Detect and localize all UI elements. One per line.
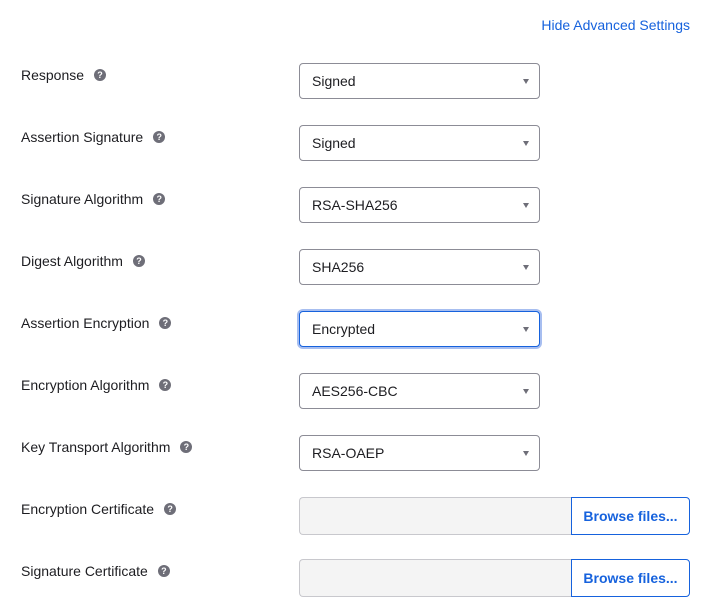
help-icon[interactable]: ? [157, 565, 170, 577]
select-value: Signed [312, 73, 356, 89]
chevron-down-icon [523, 389, 529, 394]
hide-advanced-settings-link[interactable]: Hide Advanced Settings [541, 17, 690, 33]
field-label: Signature Algorithm [21, 191, 144, 207]
chevron-down-icon [523, 79, 529, 84]
response-select[interactable]: Signed [299, 63, 540, 99]
field-label: Key Transport Algorithm [21, 439, 171, 455]
select-value: SHA256 [312, 259, 365, 275]
signature-algorithm-select[interactable]: RSA-SHA256 [299, 187, 540, 223]
field-row-encryption-algorithm: Encryption Algorithm ? AES256-CBC [0, 373, 708, 411]
field-row-key-transport-algorithm: Key Transport Algorithm ? RSA-OAEP [0, 435, 708, 473]
field-row-signature-algorithm: Signature Algorithm ? RSA-SHA256 [0, 187, 708, 225]
assertion-encryption-select[interactable]: Encrypted [299, 311, 540, 347]
select-value: RSA-SHA256 [312, 197, 398, 213]
help-icon[interactable]: ? [94, 69, 107, 81]
digest-algorithm-select[interactable]: SHA256 [299, 249, 540, 285]
select-value: Signed [312, 135, 356, 151]
encryption-certificate-file-input[interactable] [299, 497, 572, 535]
chevron-down-icon [523, 451, 529, 456]
help-icon[interactable]: ? [132, 255, 145, 267]
field-row-encryption-certificate: Encryption Certificate ? Browse files... [0, 497, 708, 535]
key-transport-algorithm-select[interactable]: RSA-OAEP [299, 435, 540, 471]
field-row-response: Response ? Signed [0, 63, 708, 101]
select-value: RSA-OAEP [312, 445, 385, 461]
field-row-assertion-signature: Assertion Signature ? Signed [0, 125, 708, 163]
field-label: Signature Certificate [21, 563, 148, 579]
help-icon[interactable]: ? [159, 317, 172, 329]
assertion-signature-select[interactable]: Signed [299, 125, 540, 161]
chevron-down-icon [523, 265, 529, 270]
select-value: AES256-CBC [312, 383, 398, 399]
select-value: Encrypted [312, 321, 376, 337]
chevron-down-icon [523, 141, 529, 146]
help-icon[interactable]: ? [180, 441, 193, 453]
help-icon[interactable]: ? [159, 379, 172, 391]
help-icon[interactable]: ? [164, 503, 177, 515]
field-label: Encryption Certificate [21, 501, 155, 517]
signature-certificate-browse-button[interactable]: Browse files... [571, 559, 690, 597]
encryption-algorithm-select[interactable]: AES256-CBC [299, 373, 540, 409]
field-label: Response [21, 67, 85, 83]
signature-certificate-file-input[interactable] [299, 559, 572, 597]
field-label: Digest Algorithm [21, 253, 123, 269]
field-label: Assertion Encryption [21, 315, 150, 331]
chevron-down-icon [523, 327, 529, 332]
encryption-certificate-browse-button[interactable]: Browse files... [571, 497, 690, 535]
field-row-digest-algorithm: Digest Algorithm ? SHA256 [0, 249, 708, 287]
field-row-signature-certificate: Signature Certificate ? Browse files... [0, 559, 708, 597]
help-icon[interactable]: ? [153, 131, 166, 143]
help-icon[interactable]: ? [153, 193, 166, 205]
field-label: Assertion Signature [21, 129, 144, 145]
field-row-assertion-encryption: Assertion Encryption ? Encrypted [0, 311, 708, 349]
chevron-down-icon [523, 203, 529, 208]
field-label: Encryption Algorithm [21, 377, 150, 393]
